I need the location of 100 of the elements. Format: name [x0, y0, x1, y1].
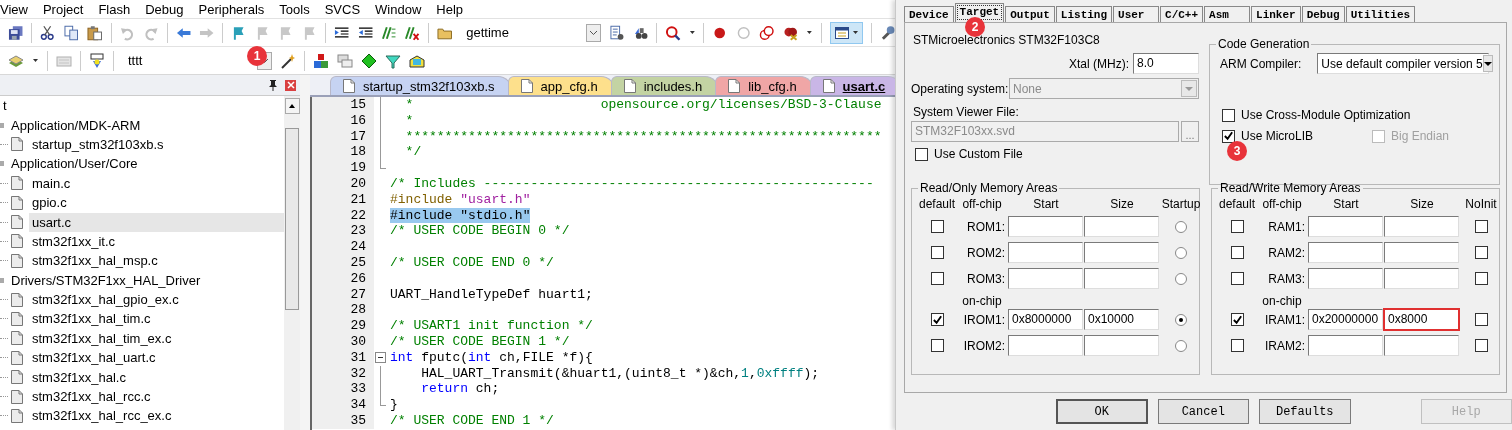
dialog-tab[interactable]: Listing	[1055, 6, 1113, 22]
checkbox[interactable]	[1230, 246, 1244, 259]
tree-group[interactable]: t	[0, 96, 10, 116]
size-field[interactable]	[1084, 242, 1159, 263]
tree-item[interactable]: startup_stm32f103xb.s	[29, 134, 167, 154]
dropdown-button[interactable]	[1482, 55, 1493, 72]
menu-item[interactable]: Debug	[145, 1, 184, 17]
copy-icon[interactable]	[63, 24, 80, 41]
checkbox[interactable]	[1230, 220, 1244, 233]
editor-tab[interactable]: usart.c	[809, 76, 895, 95]
radio-button[interactable]	[1175, 339, 1187, 352]
menu-item[interactable]: Window	[375, 1, 422, 17]
blocks-icon[interactable]	[313, 52, 329, 69]
pin-icon[interactable]	[267, 78, 279, 92]
radio-button[interactable]	[1175, 313, 1187, 326]
file-icon[interactable]	[9, 233, 25, 250]
file-icon[interactable]	[9, 330, 25, 347]
xtal-field[interactable]: 8.0	[1133, 53, 1199, 74]
size-field[interactable]	[1084, 216, 1159, 237]
checkbox[interactable]	[1474, 246, 1488, 259]
dialog-tab[interactable]: Asm	[1204, 6, 1251, 22]
file-icon[interactable]	[9, 311, 25, 327]
checkbox[interactable]	[1230, 339, 1244, 352]
size-field[interactable]: 0x8000	[1384, 309, 1459, 330]
file-icon[interactable]	[9, 407, 25, 424]
windows-icon[interactable]	[337, 52, 353, 69]
menu-item[interactable]: Flash	[98, 1, 131, 17]
size-field[interactable]: 0x10000	[1084, 309, 1159, 330]
checkbox[interactable]	[1474, 339, 1488, 352]
scrollbar-thumb[interactable]	[285, 128, 299, 310]
tree-item[interactable]: stm32f1xx_it.c	[29, 231, 119, 251]
checkbox[interactable]	[915, 147, 928, 161]
document-search-icon[interactable]	[609, 24, 625, 41]
size-field[interactable]	[1084, 268, 1159, 289]
collapse-icon[interactable]	[375, 351, 386, 363]
file-icon[interactable]	[9, 175, 25, 192]
checkbox[interactable]	[1230, 313, 1244, 326]
dialog-tab[interactable]: Debug	[1301, 6, 1345, 22]
file-icon[interactable]	[9, 369, 25, 386]
start-field[interactable]	[1308, 216, 1383, 237]
file-icon[interactable]	[9, 194, 25, 211]
expander-icon[interactable]	[0, 277, 4, 283]
tree-item[interactable]: stm32f1xx_hal.c	[29, 367, 129, 387]
tree-group[interactable]: Drivers/STM32F1xx_HAL_Driver	[8, 270, 204, 290]
size-field[interactable]	[1384, 242, 1459, 263]
tree-item[interactable]: stm32f1xx_hal_rcc.c	[29, 387, 154, 407]
dialog-tab[interactable]: Utilities	[1345, 6, 1416, 22]
dialog-tab[interactable]: Linker	[1251, 6, 1301, 22]
tree-item[interactable]: stm32f1xx_hal_rcc_ex.c	[29, 406, 175, 426]
window-icon[interactable]	[833, 24, 850, 41]
menu-item[interactable]: Tools	[279, 1, 310, 17]
expander-icon[interactable]	[0, 161, 4, 167]
scissors-icon[interactable]	[40, 24, 56, 41]
start-field[interactable]: 0x20000000	[1308, 309, 1383, 330]
tree-item[interactable]: stm32f1xx_hal_gpio_ex.c	[29, 290, 182, 310]
checkbox[interactable]	[930, 339, 944, 352]
tree-item[interactable]: stm32f1xx_hal_tim.c	[29, 309, 154, 329]
comment-icon[interactable]	[380, 24, 397, 41]
save-all-icon[interactable]	[8, 24, 24, 41]
scroll-up-button[interactable]	[284, 98, 300, 114]
circles-icon[interactable]	[759, 24, 775, 41]
checkbox[interactable]	[1474, 272, 1488, 285]
dialog-tab[interactable]: Device	[904, 6, 954, 22]
checkbox-label[interactable]: Use Cross-Module Optimization	[1241, 108, 1411, 122]
start-field[interactable]	[1008, 216, 1083, 237]
dialog-tab[interactable]: Output	[1005, 6, 1055, 22]
compiler-select[interactable]: Use default compiler version 5	[1317, 53, 1490, 74]
checkbox[interactable]	[1222, 108, 1235, 122]
start-field[interactable]	[1308, 268, 1383, 289]
file-icon[interactable]	[9, 136, 25, 153]
start-field[interactable]	[1308, 335, 1383, 356]
checkbox-label[interactable]: Use Custom File	[934, 147, 1023, 161]
tree-group[interactable]: Application/User/Core	[8, 154, 141, 174]
tree-item[interactable]: stm32f1xx_hal_uart.c	[29, 348, 159, 368]
magic-wand-icon[interactable]	[280, 52, 296, 69]
menu-item[interactable]: View	[0, 1, 28, 17]
file-icon[interactable]	[9, 214, 25, 231]
size-field[interactable]	[1384, 216, 1459, 237]
dialog-tab[interactable]: C/C++	[1160, 6, 1204, 22]
size-field[interactable]	[1384, 268, 1459, 289]
tree-item[interactable]: usart.c	[29, 212, 284, 232]
radio-button[interactable]	[1175, 220, 1187, 233]
dialog-button[interactable]: Cancel	[1157, 399, 1249, 424]
tree-item[interactable]: gpio.c	[29, 193, 70, 213]
paste-icon[interactable]	[87, 24, 103, 41]
menu-item[interactable]: Help	[436, 1, 464, 17]
start-field[interactable]	[1008, 268, 1083, 289]
dialog-button[interactable]: OK	[1056, 399, 1148, 424]
radio-button[interactable]	[1175, 272, 1187, 285]
magnifier-icon[interactable]	[665, 24, 681, 41]
expander-icon[interactable]	[0, 122, 4, 128]
tree-item[interactable]: stm32f1xx_hal_msp.c	[29, 251, 161, 271]
checkbox[interactable]	[930, 220, 944, 233]
dialog-tab[interactable]: Target	[954, 3, 1005, 22]
tree-item[interactable]: stm32f1xx_hal_tim_ex.c	[29, 328, 175, 348]
size-field[interactable]	[1084, 335, 1159, 356]
checkbox[interactable]	[930, 246, 944, 259]
start-field[interactable]: 0x8000000	[1008, 309, 1083, 330]
file-icon[interactable]	[9, 388, 25, 405]
checkbox-label[interactable]: Use MicroLIB	[1241, 129, 1314, 143]
